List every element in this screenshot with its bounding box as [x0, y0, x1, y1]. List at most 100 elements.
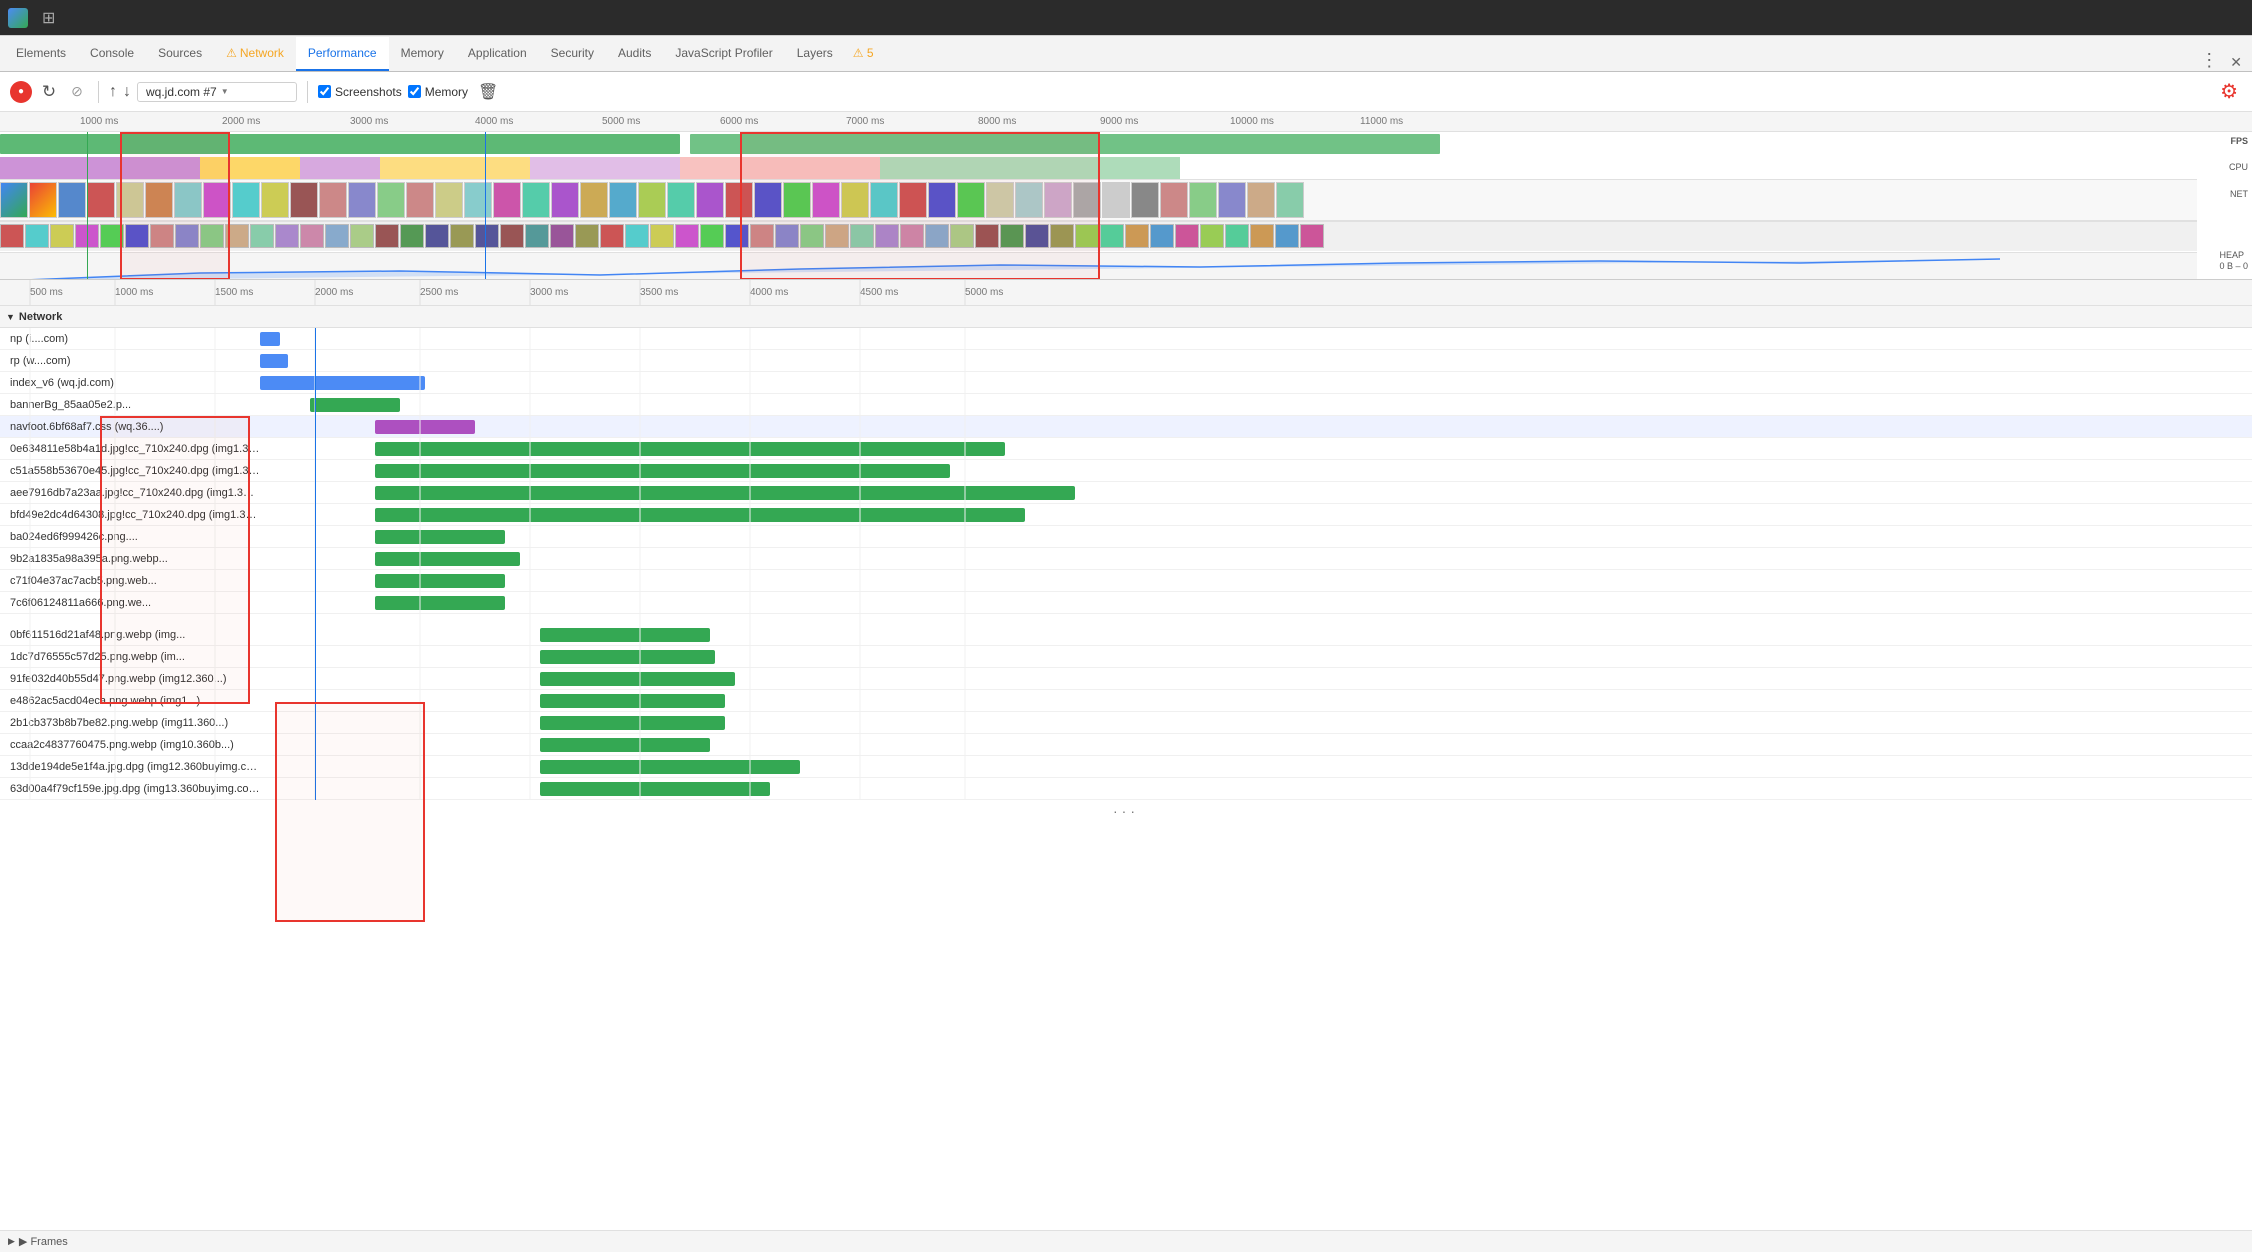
- tab-network[interactable]: ⚠ Network: [214, 37, 296, 71]
- list-item[interactable]: ba024ed6f999426c.png....: [0, 526, 2252, 548]
- list-item[interactable]: bannerBg_85aa05e2.p...: [0, 394, 2252, 416]
- net-bar: [375, 464, 950, 478]
- nav-tabs: Elements Console Sources ⚠ Network Perfo…: [0, 36, 2252, 72]
- net-bar: [540, 672, 735, 686]
- detail-ruler-5000ms: 5000 ms: [965, 287, 1003, 298]
- more-options-icon[interactable]: ⋮: [2194, 50, 2224, 71]
- row-label: 2b1cb373b8b7be82.png.webp (img11.360...): [0, 717, 260, 729]
- tab-console[interactable]: Console: [78, 37, 146, 71]
- net-bar: [540, 716, 725, 730]
- list-item[interactable]: np (i....com): [0, 328, 2252, 350]
- list-item[interactable]: bfd49e2dc4d64308.jpg!cc_710x240.dpg (img…: [0, 504, 2252, 526]
- memory-checkbox[interactable]: [408, 85, 421, 98]
- dock-icon[interactable]: ⊞: [38, 6, 59, 30]
- list-item[interactable]: 0bf611516d21af48.png.webp (img...: [0, 624, 2252, 646]
- row-label: 0e634811e58b4a1d.jpg!cc_710x240.dpg (img…: [0, 443, 260, 455]
- net-bar: [260, 332, 280, 346]
- memory-checkbox-group[interactable]: Memory: [408, 85, 468, 99]
- row-label: 91fe032d40b55d47.png.webp (img12.360...): [0, 673, 260, 685]
- list-item[interactable]: c71f04e37ac7acb5.png.web...: [0, 570, 2252, 592]
- tab-elements[interactable]: Elements: [4, 37, 78, 71]
- detail-ruler-4500ms: 4500 ms: [860, 287, 898, 298]
- row-label: index_v6 (wq.jd.com): [0, 377, 260, 389]
- list-item[interactable]: rp (w....com): [0, 350, 2252, 372]
- tab-js-profiler[interactable]: JavaScript Profiler: [663, 37, 784, 71]
- record-button[interactable]: ●: [10, 81, 32, 103]
- list-item[interactable]: 0e634811e58b4a1d.jpg!cc_710x240.dpg (img…: [0, 438, 2252, 460]
- row-label: c51a558b53670e45.jpg!cc_710x240.dpg (img…: [0, 465, 260, 477]
- screenshots-checkbox-group[interactable]: Screenshots: [318, 85, 402, 99]
- tab-network-label: Network: [240, 46, 284, 60]
- net-bar: [540, 694, 725, 708]
- ruler-label-4000: 4000 ms: [475, 116, 513, 127]
- upload-icon[interactable]: ↑: [109, 83, 117, 101]
- list-item[interactable]: 7c6f06124811a666.png.we...: [0, 592, 2252, 614]
- list-item[interactable]: 9b2a1835a98a395a.png.webp...: [0, 548, 2252, 570]
- tab-audits[interactable]: Audits: [606, 37, 663, 71]
- ruler-label-8000: 8000 ms: [978, 116, 1016, 127]
- row-label: ccaa2c4837760475.png.webp (img10.360b...…: [0, 739, 260, 751]
- devtools-toolbar: ⊞: [0, 0, 2252, 36]
- net-bar: [375, 596, 505, 610]
- row-label: 13dde194de5e1f4a.jpg.dpg (img12.360buyim…: [0, 761, 260, 773]
- list-item[interactable]: 1dc7d76555c57d25.png.webp (im...: [0, 646, 2252, 668]
- detail-ruler-2000ms: 2000 ms: [315, 287, 353, 298]
- list-item[interactable]: 13dde194de5e1f4a.jpg.dpg (img12.360buyim…: [0, 756, 2252, 778]
- download-icon[interactable]: ↓: [123, 83, 131, 101]
- heap-label: HEAP0 B – 0: [2219, 250, 2248, 272]
- row-label: ba024ed6f999426c.png....: [0, 531, 260, 543]
- network-section-header[interactable]: ▼ Network: [0, 306, 2252, 328]
- net-bar: [310, 398, 400, 412]
- ruler-label-9000: 9000 ms: [1100, 116, 1138, 127]
- row-label: aee7916db7a23aa.jpg!cc_710x240.dpg (img1…: [0, 487, 260, 499]
- close-devtools-icon[interactable]: ✕: [2224, 54, 2248, 71]
- detail-ruler-2500ms: 2500 ms: [420, 287, 458, 298]
- list-item[interactable]: aee7916db7a23aa.jpg!cc_710x240.dpg (img1…: [0, 482, 2252, 504]
- ruler-label-11000: 11000 ms: [1360, 116, 1403, 127]
- list-item[interactable]: 91fe032d40b55d47.png.webp (img12.360...): [0, 668, 2252, 690]
- list-item[interactable]: ccaa2c4837760475.png.webp (img10.360b...…: [0, 734, 2252, 756]
- net-bar: [375, 420, 475, 434]
- network-section: ▼ Network np (i....com) rp (w....com): [0, 306, 2252, 1230]
- reload-record-button[interactable]: ↻: [38, 81, 60, 103]
- net-bar: [540, 650, 715, 664]
- list-item[interactable]: 2b1cb373b8b7be82.png.webp (img11.360...): [0, 712, 2252, 734]
- list-item[interactable]: c51a558b53670e45.jpg!cc_710x240.dpg (img…: [0, 460, 2252, 482]
- tab-security[interactable]: Security: [539, 37, 606, 71]
- net-bar: [375, 508, 1025, 522]
- list-item[interactable]: e4862ac5acd04eca.png.webp (img1...): [0, 690, 2252, 712]
- net-bar: [375, 442, 1005, 456]
- ruler-label-2000: 2000 ms: [222, 116, 260, 127]
- tab-application[interactable]: Application: [456, 37, 539, 71]
- ruler-label-10000: 10000 ms: [1230, 116, 1274, 127]
- net-bar: [540, 738, 710, 752]
- more-rows-indicator: ···: [0, 800, 2252, 822]
- detail-ruler-4000ms: 4000 ms: [750, 287, 788, 298]
- tab-memory[interactable]: Memory: [389, 37, 456, 71]
- tab-performance[interactable]: Performance: [296, 37, 389, 71]
- network-section-title: Network: [19, 311, 62, 323]
- frames-chevron-icon: ▶: [8, 1236, 15, 1247]
- net-lane: [0, 179, 2197, 221]
- frames-bar[interactable]: ▶ ▶ Frames: [0, 1230, 2252, 1252]
- list-item[interactable]: index_v6 (wq.jd.com): [0, 372, 2252, 394]
- url-selector[interactable]: wq.jd.com #7 ▼: [137, 82, 297, 102]
- tab-sources[interactable]: Sources: [146, 37, 214, 71]
- delete-button[interactable]: 🗑: [474, 80, 502, 104]
- row-label: e4862ac5acd04eca.png.webp (img1...): [0, 695, 260, 707]
- ruler-label-3000: 3000 ms: [350, 116, 388, 127]
- tab-layers[interactable]: Layers: [785, 37, 845, 71]
- row-label: 9b2a1835a98a395a.png.webp...: [0, 553, 260, 565]
- net-lane-2: [0, 221, 2197, 251]
- screenshots-label: Screenshots: [335, 85, 402, 99]
- tab-warning-count[interactable]: ⚠ 5: [845, 37, 882, 71]
- overview-lanes[interactable]: FPS CPU: [0, 132, 2252, 280]
- screenshots-checkbox[interactable]: [318, 85, 331, 98]
- net-bar: [260, 354, 288, 368]
- list-item[interactable]: 63d00a4f79cf159e.jpg.dpg (img13.360buyim…: [0, 778, 2252, 800]
- fps-label: FPS: [2230, 136, 2248, 146]
- stop-button[interactable]: ⊘: [66, 81, 88, 103]
- settings-button[interactable]: ⚙: [2216, 77, 2242, 106]
- row-label: np (i....com): [0, 333, 260, 345]
- list-item[interactable]: navfoot.6bf68af7.css (wq.36....): [0, 416, 2252, 438]
